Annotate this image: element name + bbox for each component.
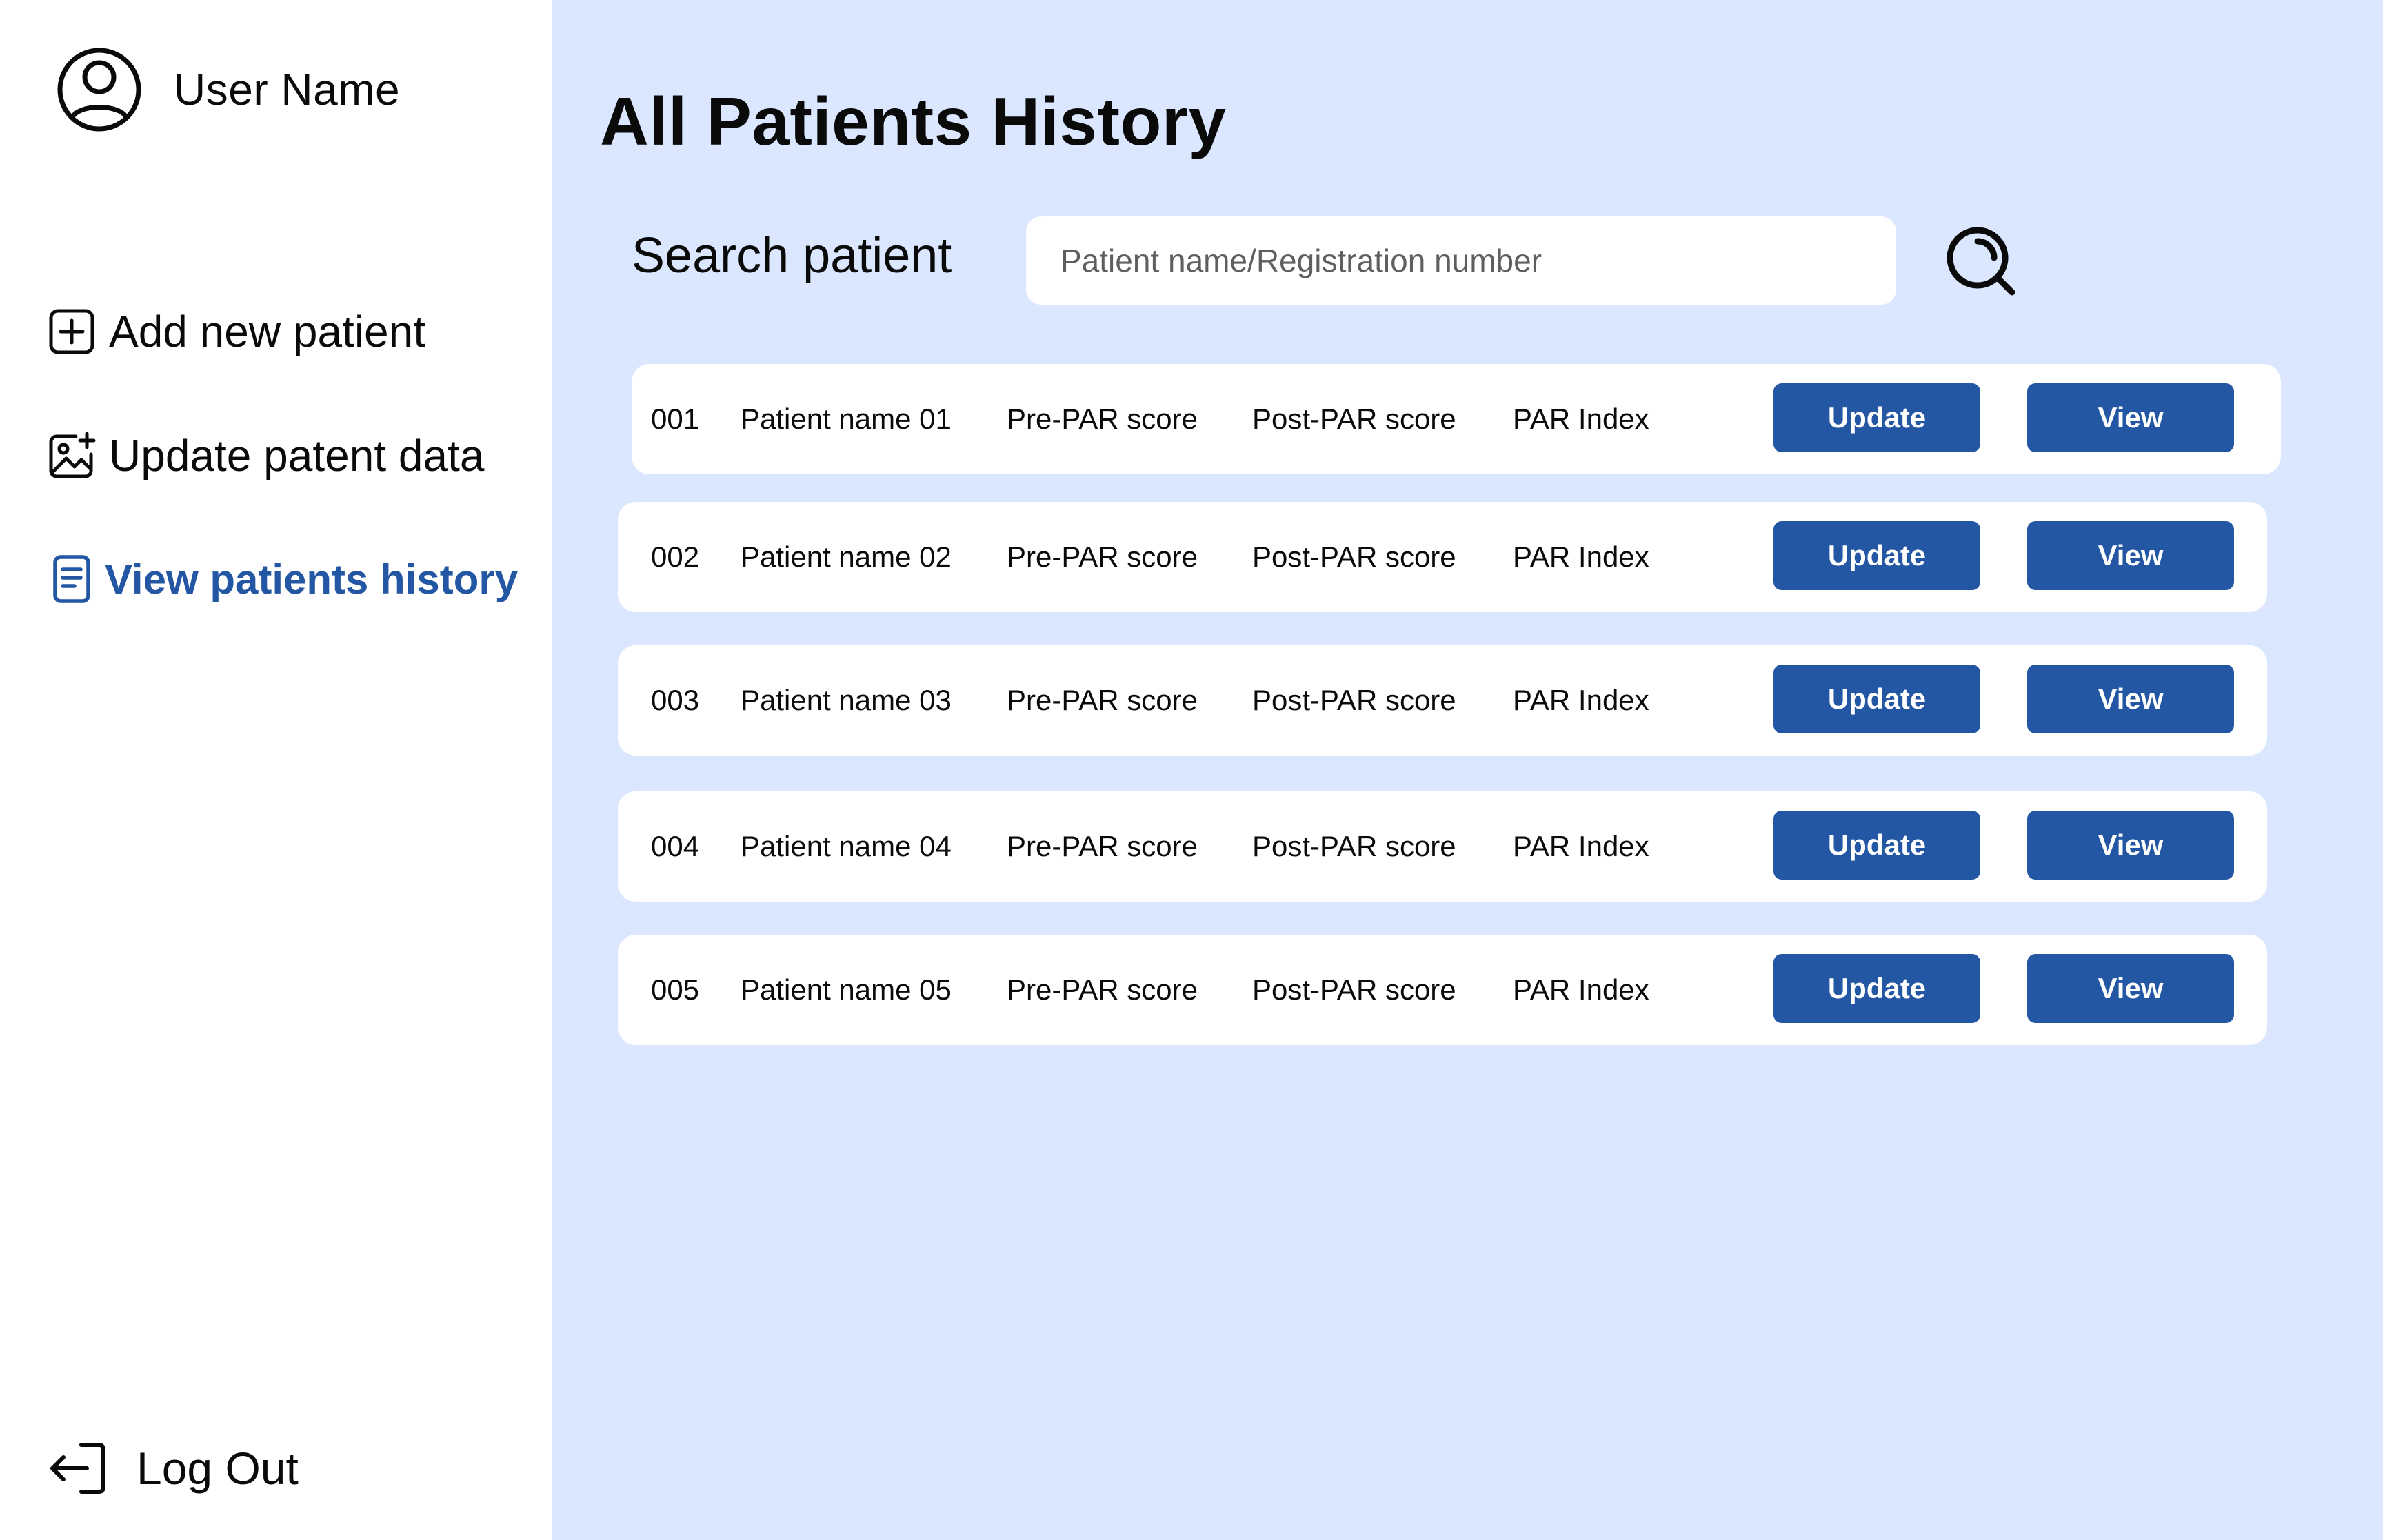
patient-id: 001 xyxy=(651,403,700,435)
search-label: Search patient xyxy=(632,228,952,283)
view-button[interactable]: View xyxy=(2027,954,2234,1023)
search-icon xyxy=(1947,227,2015,296)
sidebar-item-view-patients-history[interactable]: View patients history xyxy=(47,554,518,604)
view-button[interactable]: View xyxy=(2027,811,2234,880)
plus-square-icon xyxy=(49,309,94,354)
document-icon xyxy=(53,555,90,603)
par-index: PAR Index xyxy=(1513,973,1649,1006)
update-button[interactable]: Update xyxy=(1773,954,1980,1023)
pre-par-score: Pre-PAR score xyxy=(1007,403,1198,435)
search-button[interactable] xyxy=(1944,225,2019,299)
user-circle-icon xyxy=(57,48,141,132)
post-par-score: Post-PAR score xyxy=(1252,684,1456,716)
sidebar-item-label: Add new patient xyxy=(109,307,425,356)
patient-row: 004 Patient name 04 Pre-PAR score Post-P… xyxy=(618,791,2267,902)
patient-name: Patient name 03 xyxy=(741,684,952,716)
update-button[interactable]: Update xyxy=(1773,811,1980,880)
post-par-score: Post-PAR score xyxy=(1252,973,1456,1006)
post-par-score: Post-PAR score xyxy=(1252,540,1456,573)
post-par-score: Post-PAR score xyxy=(1252,403,1456,435)
par-index: PAR Index xyxy=(1513,540,1649,573)
update-button[interactable]: Update xyxy=(1773,383,1980,452)
pre-par-score: Pre-PAR score xyxy=(1007,830,1198,862)
app-window: User Name Add new patient Update patent … xyxy=(0,0,2383,1540)
patient-name: Patient name 01 xyxy=(741,403,952,435)
sidebar-item-add-new-patient[interactable]: Add new patient xyxy=(47,306,425,357)
patient-row: 002 Patient name 02 Pre-PAR score Post-P… xyxy=(618,502,2267,612)
patient-id: 004 xyxy=(651,830,700,862)
pre-par-score: Pre-PAR score xyxy=(1007,540,1198,573)
patient-row: 001 Patient name 01 Pre-PAR score Post-P… xyxy=(632,364,2281,474)
patient-name: Patient name 02 xyxy=(741,540,952,573)
patient-id: 003 xyxy=(651,684,700,716)
logout-icon xyxy=(50,1443,105,1494)
view-button[interactable]: View xyxy=(2027,383,2234,452)
search-input[interactable] xyxy=(1026,216,1896,305)
view-button[interactable]: View xyxy=(2027,665,2234,733)
patient-name: Patient name 04 xyxy=(741,830,952,862)
sidebar-item-update-patient-data[interactable]: Update patent data xyxy=(47,430,484,481)
update-button[interactable]: Update xyxy=(1773,521,1980,590)
logout-button[interactable]: Log Out xyxy=(47,1441,299,1496)
pre-par-score: Pre-PAR score xyxy=(1007,973,1198,1006)
user-name: User Name xyxy=(174,65,401,114)
view-button[interactable]: View xyxy=(2027,521,2234,590)
sidebar-item-label: Update patent data xyxy=(109,431,485,480)
pre-par-score: Pre-PAR score xyxy=(1007,684,1198,716)
main-content: All Patients History Search patient 001 … xyxy=(552,0,2383,1540)
sidebar-item-label: View patients history xyxy=(105,556,519,602)
par-index: PAR Index xyxy=(1513,830,1649,862)
patient-row: 003 Patient name 03 Pre-PAR score Post-P… xyxy=(618,645,2267,756)
patient-id: 005 xyxy=(651,973,700,1006)
page-title: All Patients History xyxy=(600,83,1227,159)
par-index: PAR Index xyxy=(1513,684,1649,716)
update-button[interactable]: Update xyxy=(1773,665,1980,733)
par-index: PAR Index xyxy=(1513,403,1649,435)
patient-id: 002 xyxy=(651,540,700,573)
logout-label: Log Out xyxy=(137,1443,299,1494)
image-add-icon xyxy=(49,432,96,478)
sidebar: User Name Add new patient Update patent … xyxy=(0,0,552,1540)
patient-name: Patient name 05 xyxy=(741,973,952,1006)
post-par-score: Post-PAR score xyxy=(1252,830,1456,862)
user-profile[interactable]: User Name xyxy=(55,44,400,135)
patient-row: 005 Patient name 05 Pre-PAR score Post-P… xyxy=(618,935,2267,1045)
